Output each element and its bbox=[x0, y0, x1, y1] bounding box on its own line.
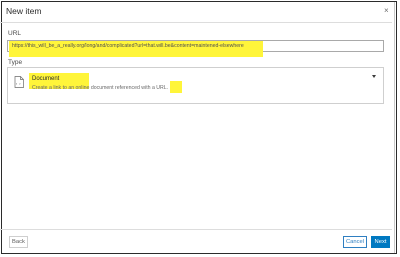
close-icon[interactable]: × bbox=[384, 7, 389, 15]
back-button[interactable]: Back bbox=[9, 236, 28, 248]
chevron-down-icon[interactable] bbox=[372, 75, 376, 78]
next-button[interactable]: Next bbox=[371, 236, 390, 248]
cancel-button[interactable]: Cancel bbox=[343, 236, 367, 248]
footer-divider bbox=[0, 229, 392, 230]
url-word-highlight bbox=[170, 81, 182, 93]
document-icon bbox=[14, 76, 24, 88]
type-option-title: Document bbox=[32, 76, 60, 82]
header-divider bbox=[0, 22, 392, 23]
url-label: URL bbox=[8, 30, 22, 37]
type-label: Type bbox=[8, 59, 23, 66]
dialog-title: New item bbox=[6, 6, 42, 16]
url-value[interactable]: https://this_will_be_a_really.org/long/a… bbox=[12, 43, 244, 49]
type-option-description: Create a link to an online document refe… bbox=[32, 85, 169, 91]
